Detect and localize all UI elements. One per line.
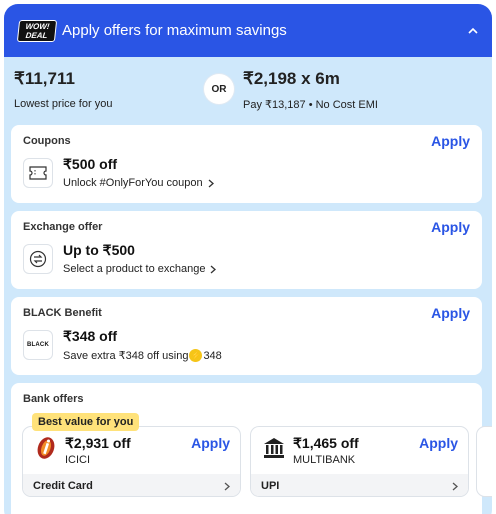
exchange-icon — [23, 243, 53, 274]
ticket-icon — [23, 157, 53, 188]
bank-offer-footer[interactable]: UPI — [251, 474, 468, 496]
chevron-up-icon[interactable] — [468, 26, 478, 36]
wow-badge-line2: DEAL — [25, 30, 48, 40]
coupon-value: ₹500 off — [63, 156, 118, 172]
black-apply-button[interactable]: Apply — [431, 305, 470, 321]
coupons-title: Coupons — [23, 135, 71, 147]
or-badge: OR — [204, 74, 234, 104]
offers-header[interactable]: WOW! DEAL Apply offers for maximum savin… — [4, 4, 492, 57]
exchange-apply-button[interactable]: Apply — [431, 219, 470, 235]
header-title: Apply offers for maximum savings — [62, 22, 287, 39]
black-logo-icon: BLACK — [23, 330, 53, 360]
exchange-desc-row: Select a product to exchange — [63, 263, 217, 275]
bank-offer-footer[interactable]: Credit Card — [23, 474, 240, 496]
black-value: ₹348 off — [63, 328, 118, 344]
chevron-right-icon — [208, 179, 214, 188]
exchange-offer-row[interactable]: Up to ₹500 Select a product to exchange — [23, 242, 470, 275]
price-summary: ₹11,711 Lowest price for you OR ₹2,198 x… — [4, 57, 492, 123]
emi-price-block: ₹2,198 x 6m Pay ₹13,187 • No Cost EMI — [243, 69, 378, 111]
icici-logo-icon — [33, 435, 59, 461]
black-benefit-card: BLACK Benefit Apply BLACK ₹348 off Save … — [11, 297, 482, 375]
bank-offer-apply-button[interactable]: Apply — [191, 435, 230, 451]
bank-offer-value: ₹2,931 off — [65, 435, 131, 451]
black-title: BLACK Benefit — [23, 307, 102, 319]
coupon-desc-row: Unlock #OnlyForYou coupon — [63, 177, 214, 189]
bank-offer-footer-label: Credit Card — [33, 480, 93, 492]
black-offer-row[interactable]: BLACK ₹348 off Save extra ₹348 off using… — [23, 328, 470, 362]
black-desc: Save extra ₹348 off using — [63, 350, 189, 362]
black-desc-row: Save extra ₹348 off using ⚡ 348 — [63, 349, 222, 362]
bank-offer-icici[interactable]: ₹2,931 off ICICI Apply Credit Card — [22, 426, 241, 497]
wow-deal-badge: WOW! DEAL — [16, 19, 58, 42]
lowest-price-label: Lowest price for you — [14, 98, 113, 110]
exchange-card: Exchange offer Apply Up to ₹500 Select a… — [11, 211, 482, 289]
coupons-apply-button[interactable]: Apply — [431, 133, 470, 149]
chevron-right-icon — [210, 265, 217, 274]
supercoin-icon: ⚡ — [189, 349, 203, 362]
offers-panel: WOW! DEAL Apply offers for maximum savin… — [4, 4, 492, 514]
coupon-desc: Unlock #OnlyForYou coupon — [63, 177, 203, 189]
wow-badge-line1: WOW! — [25, 21, 50, 31]
emi-price-label: Pay ₹13,187 • No Cost EMI — [243, 99, 378, 111]
bank-offer-top: ₹2,931 off ICICI Apply — [23, 427, 240, 474]
best-value-tag: Best value for you — [32, 413, 140, 431]
chevron-right-icon — [452, 482, 458, 490]
coupon-offer-row[interactable]: ₹500 off Unlock #OnlyForYou coupon — [23, 156, 470, 189]
black-coin-value: 348 — [203, 349, 222, 362]
exchange-desc: Select a product to exchange — [63, 263, 206, 275]
bank-offer-name: MULTIBANK — [293, 454, 356, 466]
exchange-title: Exchange offer — [23, 221, 103, 233]
bank-offer-multibank[interactable]: ₹1,465 off MULTIBANK Apply UPI — [250, 426, 469, 497]
bank-offer-partial[interactable] — [476, 426, 492, 497]
coupons-card: Coupons Apply ₹500 off Unlock #OnlyForYo… — [11, 125, 482, 203]
chevron-right-icon — [224, 482, 230, 490]
lowest-price-block: ₹11,711 Lowest price for you — [14, 69, 112, 110]
bank-offer-value: ₹1,465 off — [293, 435, 359, 451]
black-logo-text: BLACK — [27, 342, 49, 348]
bank-offer-apply-button[interactable]: Apply — [419, 435, 458, 451]
bank-offers-title: Bank offers — [23, 393, 84, 405]
bank-offer-name: ICICI — [65, 454, 91, 466]
lowest-price-value: ₹11,711 — [14, 69, 75, 88]
bank-offer-top: ₹1,465 off MULTIBANK Apply — [251, 427, 468, 474]
bank-offer-footer-label: UPI — [261, 480, 280, 492]
exchange-value: Up to ₹500 — [63, 242, 135, 258]
emi-price-value: ₹2,198 x 6m — [243, 69, 340, 88]
bank-building-icon — [261, 435, 287, 461]
